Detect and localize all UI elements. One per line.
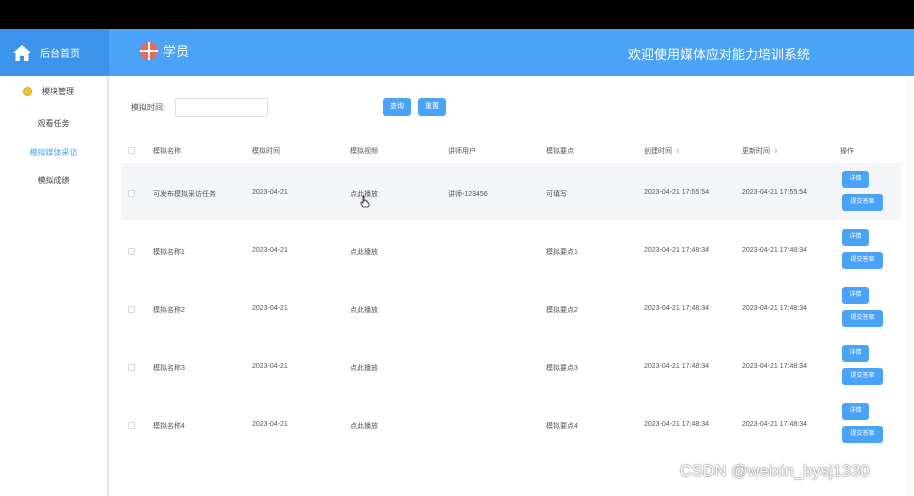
detail-button[interactable]: 详情 (842, 229, 869, 246)
sort-icon[interactable]: ⇕ (675, 148, 680, 155)
cell-time: 2023-04-21 (252, 247, 288, 254)
home-link[interactable]: 后台首页 (0, 29, 109, 76)
sidebar-item-mock-interview[interactable]: 模拟媒体采访 (0, 147, 107, 158)
play-video-link[interactable]: 点此播放 (350, 305, 378, 315)
col-teacher: 讲师用户 (448, 148, 476, 155)
table-row[interactable]: 模拟名称4 2023-04-21 点此播放 模拟要点4 2023-04-21 1… (121, 395, 901, 453)
row-checkbox[interactable] (128, 364, 135, 371)
cell-time: 2023-04-21 (252, 305, 288, 312)
col-updated[interactable]: 更新时间 ⇕ (742, 146, 778, 156)
submit-answer-button[interactable]: 提交答案 (842, 194, 883, 211)
table-row[interactable]: 模拟名称3 2023-04-21 点此播放 模拟要点3 2023-04-21 1… (121, 337, 901, 395)
select-all-checkbox[interactable] (128, 147, 135, 154)
cell-name: 模拟名称2 (153, 307, 185, 314)
cell-created: 2023-04-21 17:48:34 (644, 247, 709, 254)
sidebar-item-mock-score[interactable]: 模拟成绩 (0, 175, 107, 186)
cell-name: 模拟名称1 (153, 249, 185, 256)
cell-updated: 2023-04-21 17:48:34 (742, 363, 807, 370)
play-video-link[interactable]: 点此播放 (350, 421, 378, 431)
submit-answer-button[interactable]: 提交答案 (842, 368, 883, 385)
cell-updated: 2023-04-21 17:48:34 (742, 421, 807, 428)
search-time-input[interactable] (175, 98, 268, 117)
row-checkbox[interactable] (128, 306, 135, 313)
vertical-scrollbar[interactable] (905, 76, 914, 496)
submit-answer-button[interactable]: 提交答案 (842, 426, 883, 443)
cell-name: 可发布模拟采访任务 (153, 191, 216, 198)
system-title: 欢迎使用媒体应对能力培训系统 (627, 47, 810, 62)
data-table: 模拟名称 模拟时间 模拟视频 讲师用户 模拟要点 创建时间 ⇕ 更新时间 ⇕ 操作 … (121, 137, 901, 453)
cell-created: 2023-04-21 17:48:34 (644, 305, 709, 312)
detail-button[interactable]: 详情 (842, 171, 869, 188)
row-checkbox[interactable] (128, 190, 135, 197)
cell-teacher: 讲师-123456 (448, 191, 488, 198)
sidebar: 模块管理 观看任务 模拟媒体采访 模拟成绩 (0, 76, 109, 496)
query-button[interactable]: 查询 (383, 98, 411, 116)
col-created[interactable]: 创建时间 ⇕ (644, 146, 680, 156)
cell-created: 2023-04-21 17:48:34 (644, 421, 709, 428)
cell-created: 2023-04-21 17:55:54 (644, 189, 709, 196)
search-bar: 模拟时间: (131, 98, 268, 117)
col-updated-label: 更新时间 (742, 148, 770, 155)
sidebar-group-label: 模块管理 (42, 87, 74, 96)
home-label: 后台首页 (40, 49, 80, 60)
detail-button[interactable]: 详情 (842, 287, 869, 304)
col-point: 模拟要点 (546, 148, 574, 155)
cell-name: 模拟名称3 (153, 365, 185, 372)
window-top-bar (0, 0, 914, 29)
role-indicator: 学员 (140, 41, 189, 60)
cell-updated: 2023-04-21 17:55:54 (742, 189, 807, 196)
hand-cursor-icon (360, 195, 370, 208)
cell-updated: 2023-04-21 17:48:34 (742, 305, 807, 312)
cell-name: 模拟名称4 (153, 423, 185, 430)
sort-icon[interactable]: ⇕ (773, 148, 778, 155)
cell-created: 2023-04-21 17:48:34 (644, 363, 709, 370)
cell-updated: 2023-04-21 17:48:34 (742, 247, 807, 254)
app-header: 后台首页 学员 欢迎使用媒体应对能力培训系统 (0, 29, 914, 76)
detail-button[interactable]: 详情 (842, 403, 869, 420)
role-label: 学员 (163, 44, 190, 59)
module-dot-icon (23, 87, 32, 96)
cell-point: 模拟要点3 (546, 365, 578, 372)
detail-button[interactable]: 详情 (842, 345, 869, 362)
sidebar-item-watch-task[interactable]: 观看任务 (0, 118, 107, 129)
cell-time: 2023-04-21 (252, 363, 288, 370)
col-name: 模拟名称 (153, 148, 181, 155)
cell-point: 可填写 (546, 191, 567, 198)
reset-button[interactable]: 重置 (418, 98, 446, 116)
cell-point: 模拟要点1 (546, 249, 578, 256)
play-video-link[interactable]: 点此播放 (350, 247, 378, 257)
col-created-label: 创建时间 (644, 148, 672, 155)
play-video-link[interactable]: 点此播放 (350, 363, 378, 373)
cell-point: 模拟要点2 (546, 307, 578, 314)
col-time: 模拟时间 (252, 148, 280, 155)
cell-point: 模拟要点4 (546, 423, 578, 430)
row-checkbox[interactable] (128, 422, 135, 429)
table-header: 模拟名称 模拟时间 模拟视频 讲师用户 模拟要点 创建时间 ⇕ 更新时间 ⇕ 操作 (121, 137, 901, 163)
submit-answer-button[interactable]: 提交答案 (842, 252, 883, 269)
search-label: 模拟时间: (131, 102, 166, 112)
table-row[interactable]: 模拟名称1 2023-04-21 点此播放 模拟要点1 2023-04-21 1… (121, 221, 901, 279)
table-row[interactable]: 可发布模拟采访任务 2023-04-21 点此播放 讲师-123456 可填写 … (121, 163, 901, 221)
submit-answer-button[interactable]: 提交答案 (842, 310, 883, 327)
user-role-icon (140, 41, 158, 60)
table-row[interactable]: 模拟名称2 2023-04-21 点此播放 模拟要点2 2023-04-21 1… (121, 279, 901, 337)
cell-time: 2023-04-21 (252, 421, 288, 428)
home-icon (13, 44, 31, 61)
cell-time: 2023-04-21 (252, 189, 288, 196)
watermark: CSDN @weixin_bysj1330 (680, 463, 870, 480)
col-video: 模拟视频 (350, 148, 378, 155)
row-checkbox[interactable] (128, 248, 135, 255)
sidebar-group-module[interactable]: 模块管理 (23, 86, 74, 97)
col-actions: 操作 (840, 148, 854, 155)
